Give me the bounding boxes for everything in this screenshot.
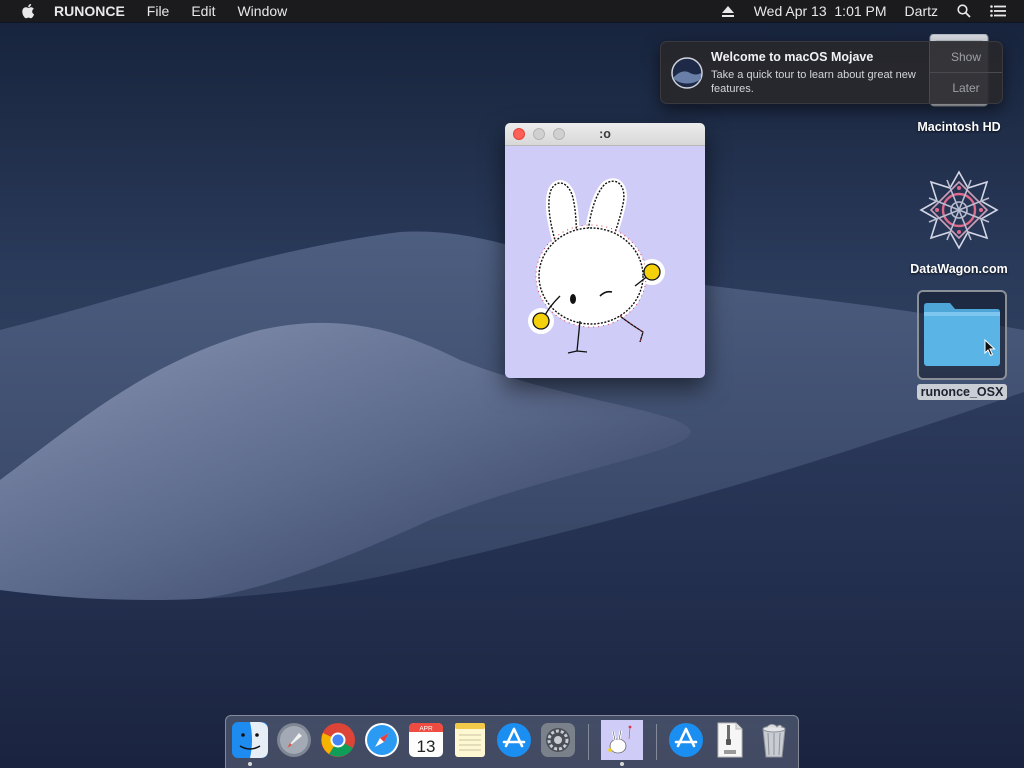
folder-icon	[924, 303, 1000, 366]
dock-separator	[656, 724, 657, 760]
cursor-icon	[984, 339, 996, 357]
calendar-icon: APR 13	[409, 723, 443, 757]
gear-icon	[541, 723, 575, 757]
runonce-window: :o	[505, 123, 705, 378]
dock-runonce-app[interactable]	[600, 719, 644, 766]
spotlight-icon[interactable]	[956, 3, 972, 19]
bunny-illustration	[528, 178, 665, 354]
window-menu[interactable]: Window	[237, 3, 287, 19]
later-button[interactable]: Later	[930, 72, 1002, 103]
dock-zip-archive[interactable]	[711, 721, 749, 759]
app-store-icon	[669, 723, 703, 757]
runonce-app-icon	[601, 720, 643, 760]
window-content	[505, 146, 705, 378]
calendar-month: APR	[419, 726, 433, 733]
trash-icon	[762, 723, 786, 758]
selection-highlight	[917, 290, 1007, 380]
clock[interactable]: Wed Apr 13 1:01 PM	[754, 3, 887, 19]
datawagon-logo-icon	[919, 170, 999, 250]
mojave-icon	[671, 57, 703, 89]
launchpad-icon	[277, 723, 311, 757]
finder-icon	[232, 722, 268, 758]
close-button[interactable]	[513, 128, 525, 140]
dock-notes[interactable]	[451, 721, 489, 759]
desktop-label-datawagon: DataWagon.com	[910, 262, 1008, 276]
desktop-wallpaper	[0, 0, 1024, 768]
dock-calendar[interactable]: APR 13	[407, 721, 445, 759]
notification-center-icon[interactable]	[990, 3, 1006, 19]
notification-actions: Show Later	[929, 42, 1002, 103]
menu-bar: RUNONCE File Edit Window Wed Apr 13 1:01…	[0, 0, 1024, 22]
apple-icon[interactable]	[18, 1, 38, 21]
desktop-label-macintosh-hd: Macintosh HD	[917, 120, 1001, 134]
user-menu[interactable]: Dartz	[905, 3, 938, 19]
app-menu[interactable]: RUNONCE	[54, 3, 125, 19]
dock-launchpad[interactable]	[275, 721, 313, 759]
show-button[interactable]: Show	[930, 42, 1002, 72]
edit-menu[interactable]: Edit	[191, 3, 215, 19]
minimize-button[interactable]	[533, 128, 545, 140]
eject-icon[interactable]	[720, 3, 736, 19]
welcome-notification[interactable]: Welcome to macOS Mojave Take a quick tou…	[660, 41, 1003, 104]
running-indicator	[248, 762, 252, 766]
dock-chrome[interactable]	[319, 721, 357, 759]
dock-separator	[588, 724, 589, 760]
dock-trash[interactable]	[755, 721, 793, 759]
dock-safari[interactable]	[363, 721, 401, 759]
notification-body: Take a quick tour to learn about great n…	[711, 69, 916, 95]
dock: APR 13	[225, 715, 799, 768]
file-menu[interactable]: File	[147, 3, 170, 19]
dock-app-store[interactable]	[495, 721, 533, 759]
zoom-button[interactable]	[553, 128, 565, 140]
window-titlebar[interactable]: :o	[505, 123, 705, 146]
dock-app-store-download[interactable]	[667, 721, 705, 759]
app-store-icon	[497, 723, 531, 757]
notification-title: Welcome to macOS Mojave	[711, 50, 874, 64]
dock-system-preferences[interactable]	[539, 721, 577, 759]
dock-finder[interactable]	[231, 721, 269, 766]
desktop-icon-datawagon[interactable]: DataWagon.com	[898, 168, 1020, 276]
notes-icon	[455, 723, 485, 757]
safari-icon	[365, 723, 399, 757]
zip-file-icon	[717, 722, 743, 758]
calendar-day: 13	[417, 737, 436, 756]
running-indicator	[620, 762, 624, 766]
chrome-icon	[321, 723, 355, 757]
desktop-label-runonce-folder: runonce_OSX	[916, 384, 1008, 400]
